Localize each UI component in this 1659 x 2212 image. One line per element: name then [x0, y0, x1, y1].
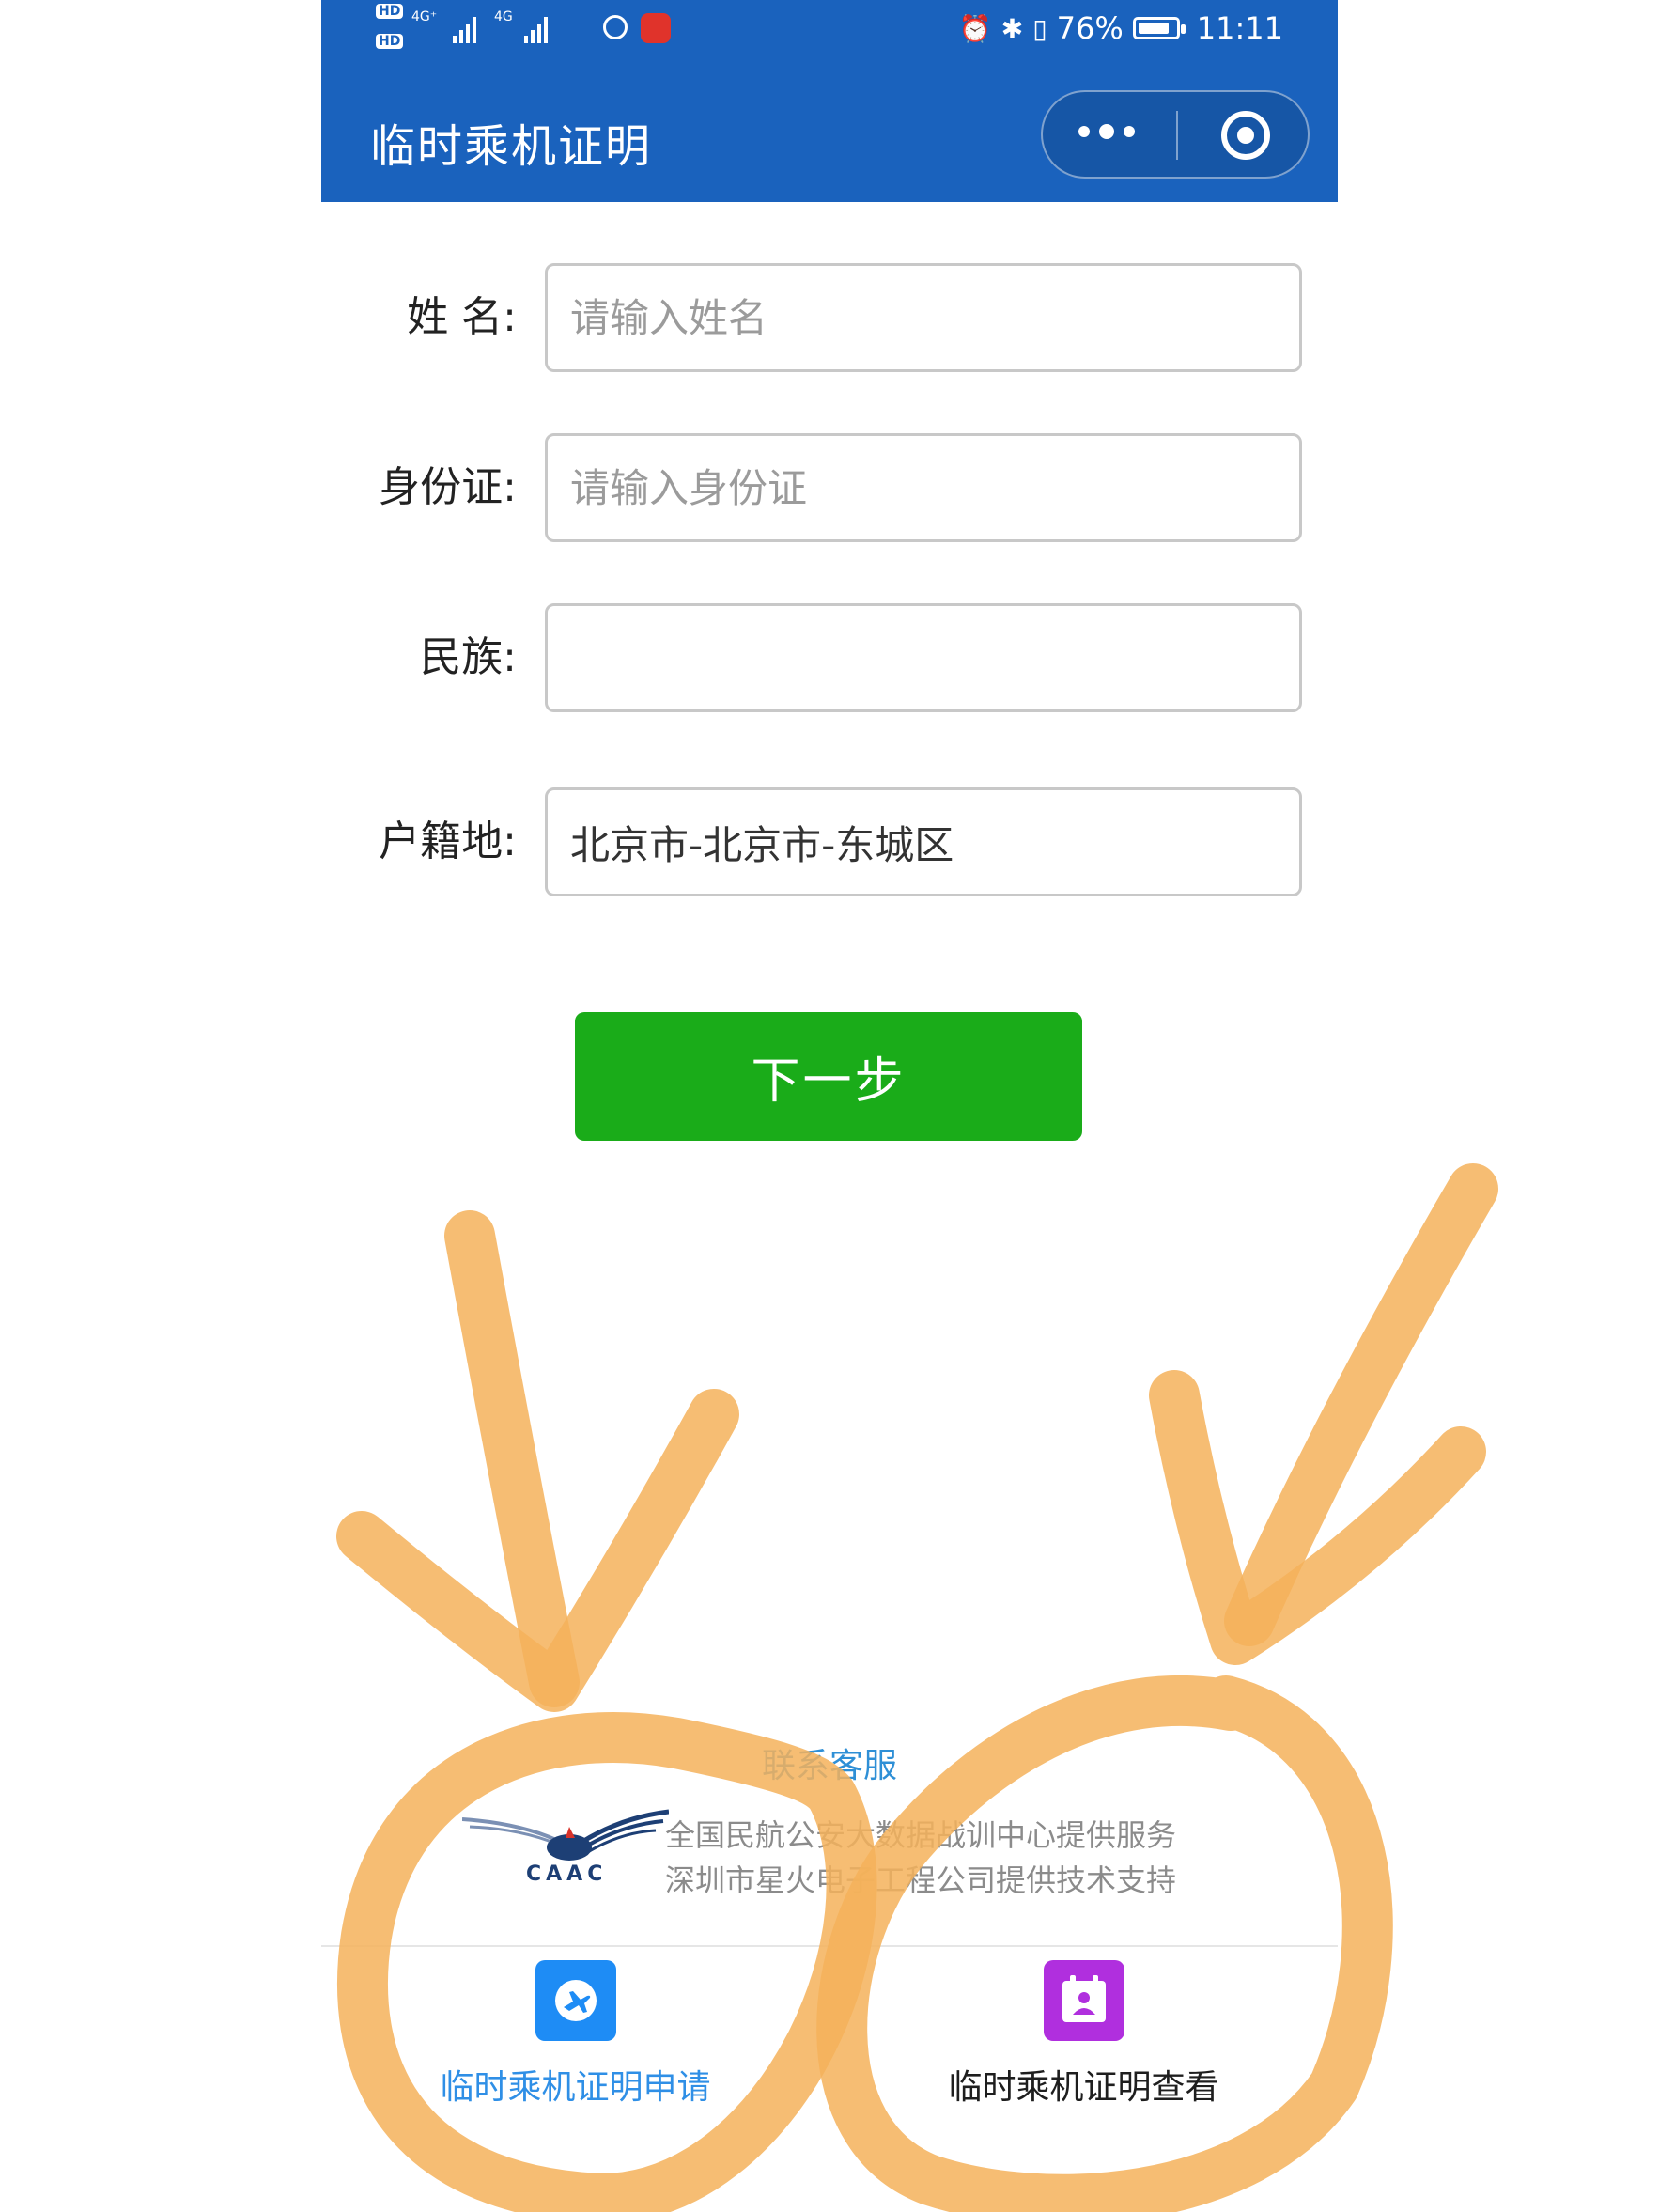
status-bar: HD HD 4G⁺ 4G ⏰ ✱ ▯ 76% 11:11 [321, 0, 1338, 56]
id-label: 身份证: [379, 463, 517, 511]
residence-row: 户籍地: [321, 787, 1338, 896]
tech-support-text: 深圳市星火电子工程公司提供技术支持 [665, 1862, 1177, 1898]
app-header: HD HD 4G⁺ 4G ⏰ ✱ ▯ 76% 11:11 临时乘机证明 [321, 0, 1338, 202]
health-app-icon [641, 13, 671, 43]
name-input[interactable] [545, 263, 1302, 372]
footer-info: CAAC 全国民航公安大数据战训中心提供服务 深圳市星火电子工程公司提供技术支持 [462, 1804, 1233, 1908]
tab-apply-label: 临时乘机证明申请 [440, 2068, 711, 2107]
tab-view[interactable]: 临时乘机证明查看 [830, 1947, 1338, 2212]
alarm-icon: ⏰ [958, 12, 992, 44]
contact-support-link[interactable]: 联系客服 [321, 1738, 1338, 1787]
more-icon[interactable] [1078, 124, 1135, 139]
capsule-divider [1176, 111, 1178, 160]
status-right: ⏰ ✱ ▯ 76% 11:11 [959, 6, 1283, 51]
service-provider-text: 全国民航公安大数据战训中心提供服务 [665, 1817, 1177, 1853]
hd-badge: HD [376, 34, 404, 49]
mini-program-capsule [1041, 90, 1310, 179]
tab-apply[interactable]: 临时乘机证明申请 [321, 1947, 830, 2212]
caac-text: CAAC [526, 1862, 608, 1886]
name-row: 姓 名: [321, 263, 1338, 372]
target-icon[interactable] [1221, 111, 1270, 160]
tab-view-label: 临时乘机证明查看 [948, 2068, 1219, 2107]
page-title: 临时乘机证明 [370, 120, 653, 173]
ethnicity-label: 民族: [420, 633, 517, 681]
signal-icon [524, 11, 548, 43]
vibrate-icon: ▯ [1032, 12, 1047, 44]
hand-icon [603, 15, 628, 39]
id-input[interactable] [545, 433, 1302, 542]
residence-input[interactable] [545, 787, 1302, 896]
network-type: 4G⁺ [411, 9, 438, 24]
phone-screen: HD HD 4G⁺ 4G ⏰ ✱ ▯ 76% 11:11 临时乘机证明 姓 名:… [321, 0, 1338, 2212]
signal-icon [453, 11, 476, 43]
ethnicity-row: 民族: [321, 603, 1338, 712]
name-label: 姓 名: [407, 293, 517, 341]
battery-percent: 76% [1056, 10, 1124, 46]
id-row: 身份证: [321, 433, 1338, 542]
network-type: 4G [494, 9, 513, 24]
hd-badge: HD [376, 4, 404, 19]
battery-icon [1132, 17, 1186, 39]
residence-label: 户籍地: [379, 818, 517, 865]
certificate-icon [1043, 1960, 1124, 2041]
next-step-button[interactable]: 下一步 [575, 1012, 1082, 1141]
plane-icon [535, 1960, 616, 2041]
bluetooth-icon: ✱ [1000, 12, 1024, 44]
tab-bar: 临时乘机证明申请 临时乘机证明查看 [321, 1945, 1338, 2212]
status-left: HD HD 4G⁺ 4G [376, 2, 671, 55]
ethnicity-input[interactable] [545, 603, 1302, 712]
clock: 11:11 [1196, 10, 1283, 46]
